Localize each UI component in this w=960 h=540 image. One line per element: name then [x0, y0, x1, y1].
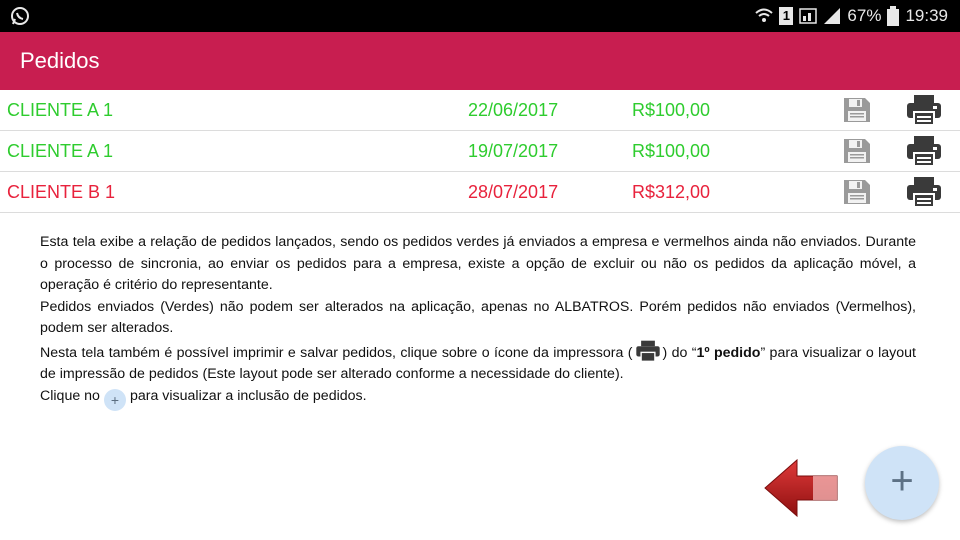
whatsapp-icon [11, 7, 29, 25]
printer-icon[interactable] [906, 94, 942, 126]
description-paragraph: Esta tela exibe a relação de pedidos lan… [40, 234, 916, 293]
battery-level: 67% [847, 6, 882, 25]
printer-icon [635, 340, 660, 362]
app-bar: Pedidos [0, 32, 960, 90]
clock: 19:39 [905, 6, 948, 25]
order-client: CLIENTE A 1 [7, 100, 114, 120]
description-paragraph: Clique no + para visualizar a inclusão de … [40, 386, 916, 411]
sim-indicator: 1 [779, 7, 794, 25]
description-text: para visualizar a inclusão de pedidos. [129, 387, 367, 404]
description-text: Clique no [40, 387, 100, 404]
order-date: 19/07/2017 [468, 141, 559, 161]
page-title: Pedidos [20, 48, 100, 73]
plus-icon: + [103, 388, 126, 411]
description-bold: 1º pedido [696, 344, 761, 361]
order-client: CLIENTE A 1 [7, 141, 114, 161]
floppy-disk-icon[interactable] [842, 96, 872, 124]
description-text: Nesta tela também é possível imprimir e … [40, 344, 633, 361]
order-value: R$100,00 [632, 141, 711, 161]
description-paragraph: Pedidos enviados (Verdes) não podem ser … [40, 298, 916, 337]
order-row[interactable]: CLIENTE B 1 28/07/2017 R$312,00 [0, 172, 960, 213]
printer-icon[interactable] [906, 176, 942, 208]
status-bar: 1 67% 19:39 [0, 0, 960, 32]
battery-icon [887, 6, 900, 26]
signal-icon [799, 8, 818, 24]
order-row[interactable]: CLIENTE A 1 19/07/2017 R$100,00 [0, 131, 960, 172]
order-date: 22/06/2017 [468, 100, 559, 120]
printer-icon[interactable] [906, 135, 942, 167]
help-description: Esta tela exibe a relação de pedidos lan… [40, 232, 916, 411]
description-paragraph: Nesta tela também é possível imprimir e … [40, 340, 916, 386]
description-text: ) do “ [662, 344, 697, 361]
order-value: R$100,00 [632, 100, 711, 120]
add-order-button[interactable]: + [865, 446, 939, 520]
floppy-disk-icon[interactable] [842, 137, 872, 165]
cellular-signal-icon [824, 8, 841, 24]
order-value: R$312,00 [632, 182, 711, 202]
red-arrow-left-icon [764, 458, 838, 518]
orders-list: CLIENTE A 1 22/06/2017 R$100,00 CLIENTE … [0, 90, 960, 213]
floppy-disk-icon[interactable] [842, 178, 872, 206]
order-client: CLIENTE B 1 [7, 182, 116, 202]
wifi-icon [755, 8, 774, 22]
order-row[interactable]: CLIENTE A 1 22/06/2017 R$100,00 [0, 90, 960, 131]
order-date: 28/07/2017 [468, 182, 559, 202]
